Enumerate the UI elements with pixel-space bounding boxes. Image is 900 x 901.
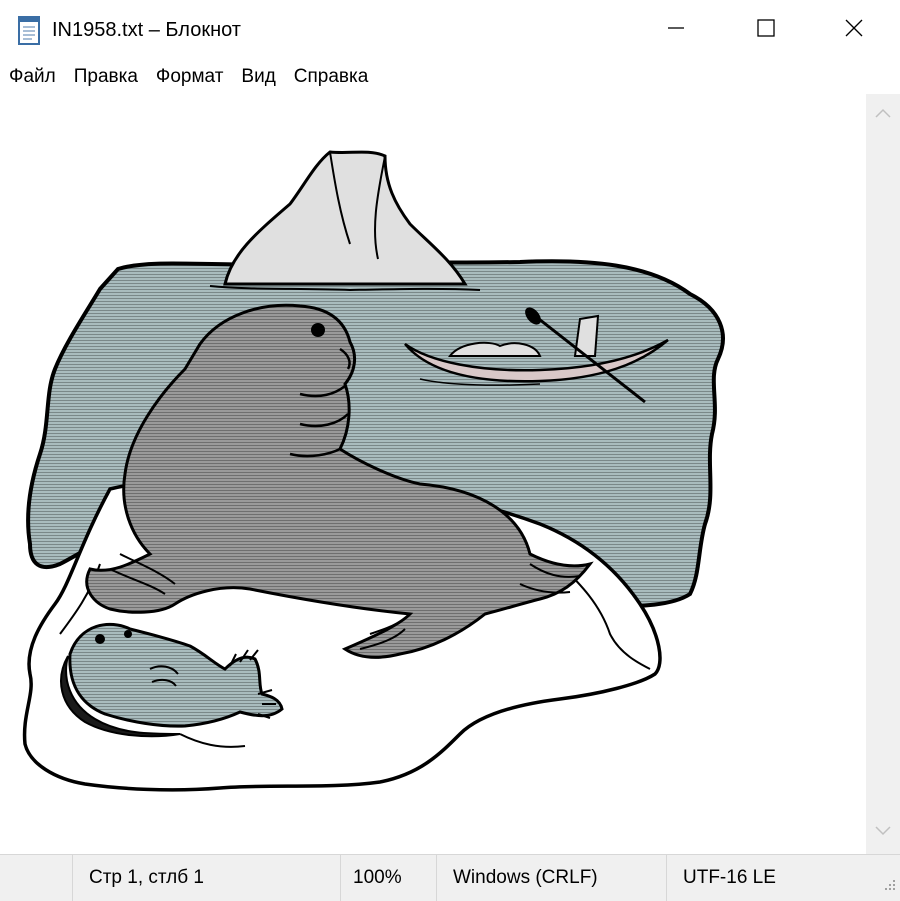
menu-file[interactable]: Файл xyxy=(0,65,65,89)
menu-help[interactable]: Справка xyxy=(285,65,378,89)
status-bar: Стр 1, стлб 1 100% Windows (CRLF) UTF-16… xyxy=(0,854,900,901)
line-endings-text: Windows (CRLF) xyxy=(453,867,598,888)
window-title: IN1958.txt – Блокнот xyxy=(52,19,241,41)
chevron-down-icon[interactable] xyxy=(874,824,892,843)
menu-bar: Файл Правка Формат Вид Справка xyxy=(0,60,900,94)
ascii-art-seals-on-ice-floe xyxy=(22,150,725,792)
encoding-text: UTF-16 LE xyxy=(683,867,776,888)
cursor-position-text: Стр 1, стлб 1 xyxy=(89,867,204,888)
menu-format[interactable]: Формат xyxy=(147,65,233,89)
status-zoom: 100% xyxy=(340,855,438,901)
close-icon xyxy=(844,18,864,43)
text-editor[interactable] xyxy=(0,94,866,854)
zoom-text: 100% xyxy=(353,867,402,888)
status-encoding: UTF-16 LE xyxy=(666,855,866,901)
vertical-scrollbar[interactable] xyxy=(866,94,900,854)
minimize-button[interactable] xyxy=(630,0,722,60)
maximize-button[interactable] xyxy=(720,0,812,60)
status-cursor-position: Стр 1, стлб 1 xyxy=(72,855,342,901)
title-bar[interactable]: IN1958.txt – Блокнот xyxy=(0,0,900,60)
iceberg xyxy=(209,150,481,292)
status-line-endings: Windows (CRLF) xyxy=(436,855,668,901)
minimize-icon xyxy=(666,18,686,43)
close-button[interactable] xyxy=(808,0,900,60)
chevron-up-icon[interactable] xyxy=(874,106,892,125)
menu-edit[interactable]: Правка xyxy=(65,65,147,89)
maximize-icon xyxy=(756,18,776,43)
notepad-icon xyxy=(16,14,44,46)
resize-grip-icon[interactable] xyxy=(882,875,896,897)
menu-view[interactable]: Вид xyxy=(232,65,284,89)
